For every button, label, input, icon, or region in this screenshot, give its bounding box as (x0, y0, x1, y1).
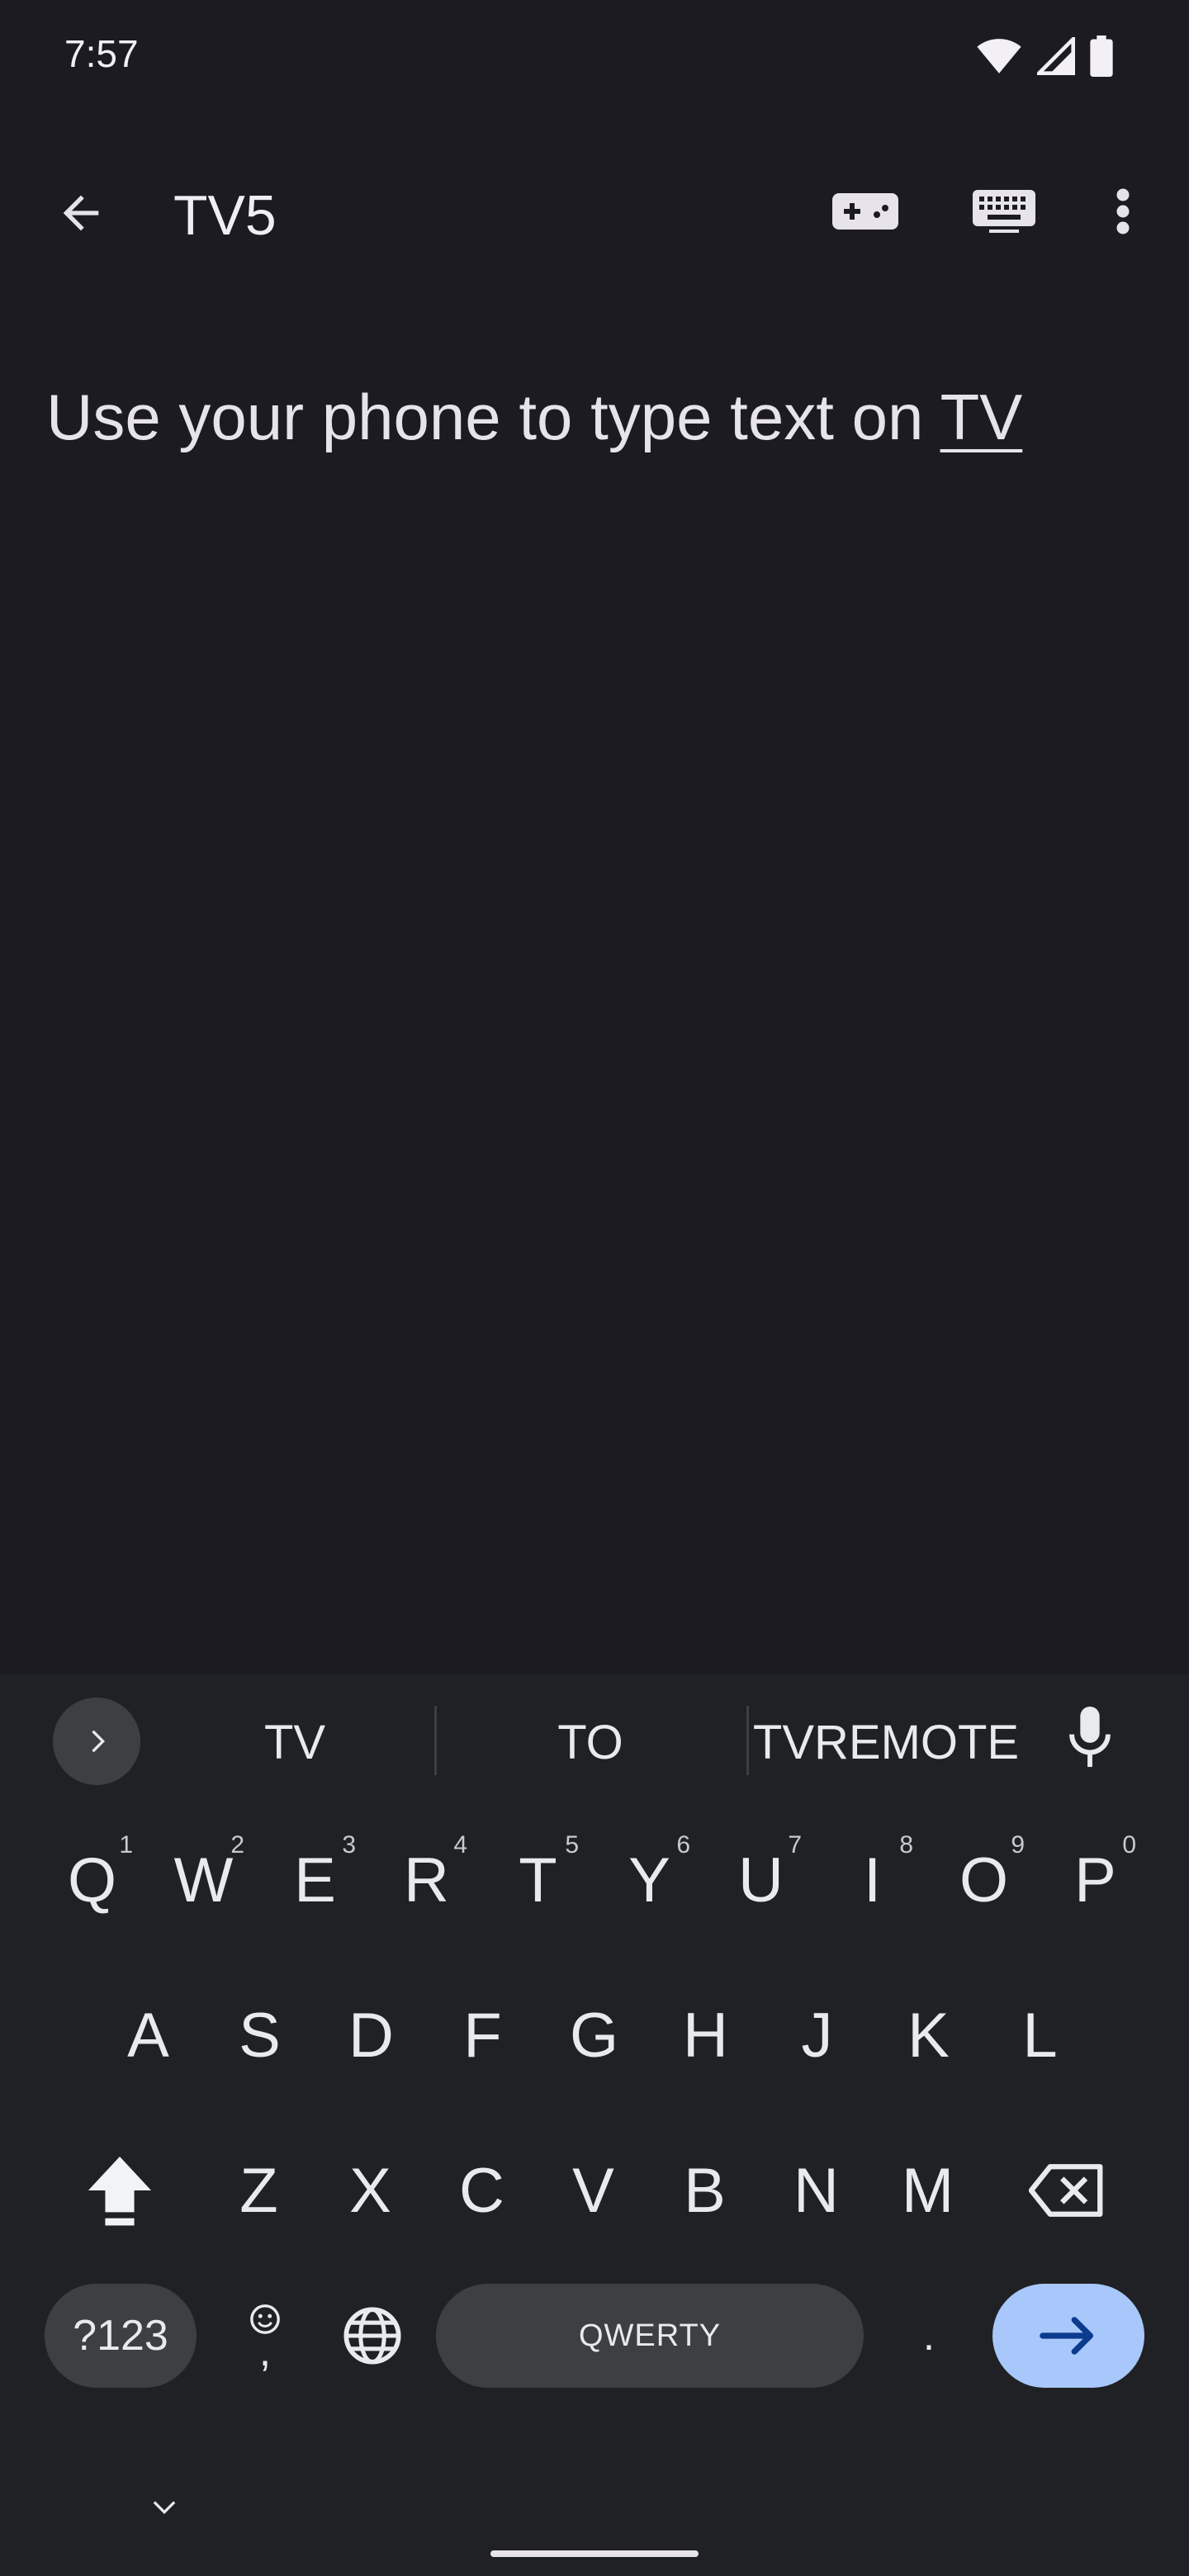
key-label: U (738, 1844, 784, 1915)
back-button[interactable] (48, 180, 114, 246)
status-icons (976, 31, 1113, 81)
backspace-icon (1029, 2164, 1103, 2217)
more-options-button[interactable] (1090, 172, 1156, 251)
key-g[interactable]: G (538, 1973, 650, 2097)
key-w[interactable]: W2 (148, 1818, 259, 1942)
key-hint: 2 (230, 1831, 244, 1859)
input-current-word: TV (940, 381, 1023, 453)
keyboard-button[interactable] (964, 172, 1044, 251)
key-f[interactable]: F (427, 1973, 538, 2097)
key-s[interactable]: S (204, 1973, 315, 2097)
arrow-forward-icon (1040, 2317, 1093, 2355)
key-hint: 1 (119, 1831, 133, 1859)
enter-key[interactable] (992, 2284, 1144, 2388)
language-switch-key[interactable] (327, 2284, 418, 2388)
key-m[interactable]: M (872, 2129, 983, 2252)
more-vert-icon (1116, 188, 1130, 234)
key-b[interactable]: B (649, 2129, 760, 2252)
key-q[interactable]: Q1 (36, 1818, 148, 1942)
key-p[interactable]: P0 (1040, 1818, 1151, 1942)
status-time: 7:57 (64, 32, 139, 75)
soft-keyboard (0, 1674, 1189, 2576)
key-hint: 3 (342, 1831, 356, 1859)
key-label: I (863, 1844, 882, 1915)
key-hint: 4 (453, 1831, 467, 1859)
keyboard-icon (973, 190, 1035, 233)
suggestion-1[interactable]: TV (183, 1709, 406, 1775)
space-key[interactable]: QWERTY (436, 2284, 864, 2388)
suggestion-divider (746, 1706, 749, 1775)
input-text-prefix: Use your phone to type text on (46, 381, 940, 453)
emoji-comma-key[interactable]: , (228, 2284, 302, 2388)
key-o[interactable]: O9 (928, 1818, 1040, 1942)
page-title: TV5 (173, 184, 277, 247)
chevron-right-icon (92, 1730, 105, 1753)
key-d[interactable]: D (315, 1973, 427, 2097)
key-label: Q (67, 1844, 117, 1915)
key-n[interactable]: N (760, 2129, 872, 2252)
keyboard-toolbar-expand-button[interactable] (53, 1698, 140, 1785)
key-v[interactable]: V (538, 2129, 649, 2252)
key-label: Y (628, 1844, 670, 1915)
key-x[interactable]: X (315, 2129, 426, 2252)
suggestion-2[interactable]: TO (479, 1709, 702, 1775)
key-u[interactable]: U7 (705, 1818, 817, 1942)
key-hint: 6 (676, 1831, 690, 1859)
mic-icon (1069, 1707, 1111, 1768)
key-c[interactable]: C (426, 2129, 538, 2252)
gamepad-icon (832, 193, 898, 230)
key-hint: 5 (565, 1831, 579, 1859)
back-arrow-icon (63, 195, 99, 231)
key-label: O (959, 1844, 1009, 1915)
suggestion-3[interactable]: TVREMOTE (753, 1709, 1019, 1775)
key-i[interactable]: I8 (817, 1818, 928, 1942)
gesture-nav-handle[interactable] (490, 2550, 699, 2557)
key-label: P (1074, 1844, 1116, 1915)
key-label: T (519, 1844, 557, 1915)
period-key[interactable]: . (892, 2284, 966, 2388)
key-hint: 7 (788, 1831, 802, 1859)
battery-icon (1090, 36, 1113, 77)
key-j[interactable]: J (761, 1973, 873, 2097)
comma-label: , (258, 2327, 272, 2375)
key-t[interactable]: T5 (482, 1818, 594, 1942)
remote-text-input[interactable]: Use your phone to type text on TV (46, 380, 1022, 455)
signal-icon (1037, 37, 1075, 75)
key-r[interactable]: R4 (371, 1818, 482, 1942)
key-h[interactable]: H (650, 1973, 761, 2097)
shift-key[interactable] (66, 2129, 173, 2252)
suggestion-divider (434, 1706, 437, 1775)
globe-icon (343, 2307, 401, 2365)
key-y[interactable]: Y6 (594, 1818, 705, 1942)
key-a[interactable]: A (92, 1973, 204, 2097)
key-label: W (173, 1844, 234, 1915)
key-k[interactable]: K (873, 1973, 984, 2097)
key-label: E (294, 1844, 336, 1915)
hide-keyboard-button[interactable] (135, 2477, 193, 2535)
shift-icon (88, 2157, 152, 2226)
backspace-key[interactable] (1017, 2129, 1116, 2252)
chevron-down-icon (153, 2501, 176, 2514)
voice-input-button[interactable] (1057, 1701, 1123, 1775)
key-hint: 9 (1011, 1831, 1025, 1859)
symbols-key[interactable]: ?123 (45, 2284, 197, 2388)
key-label: R (404, 1844, 449, 1915)
key-e[interactable]: E3 (259, 1818, 371, 1942)
gamepad-button[interactable] (826, 172, 905, 251)
wifi-icon (977, 39, 1021, 73)
key-hint: 8 (899, 1831, 913, 1859)
key-hint: 0 (1122, 1831, 1136, 1859)
key-l[interactable]: L (984, 1973, 1096, 2097)
key-z[interactable]: Z (203, 2129, 315, 2252)
